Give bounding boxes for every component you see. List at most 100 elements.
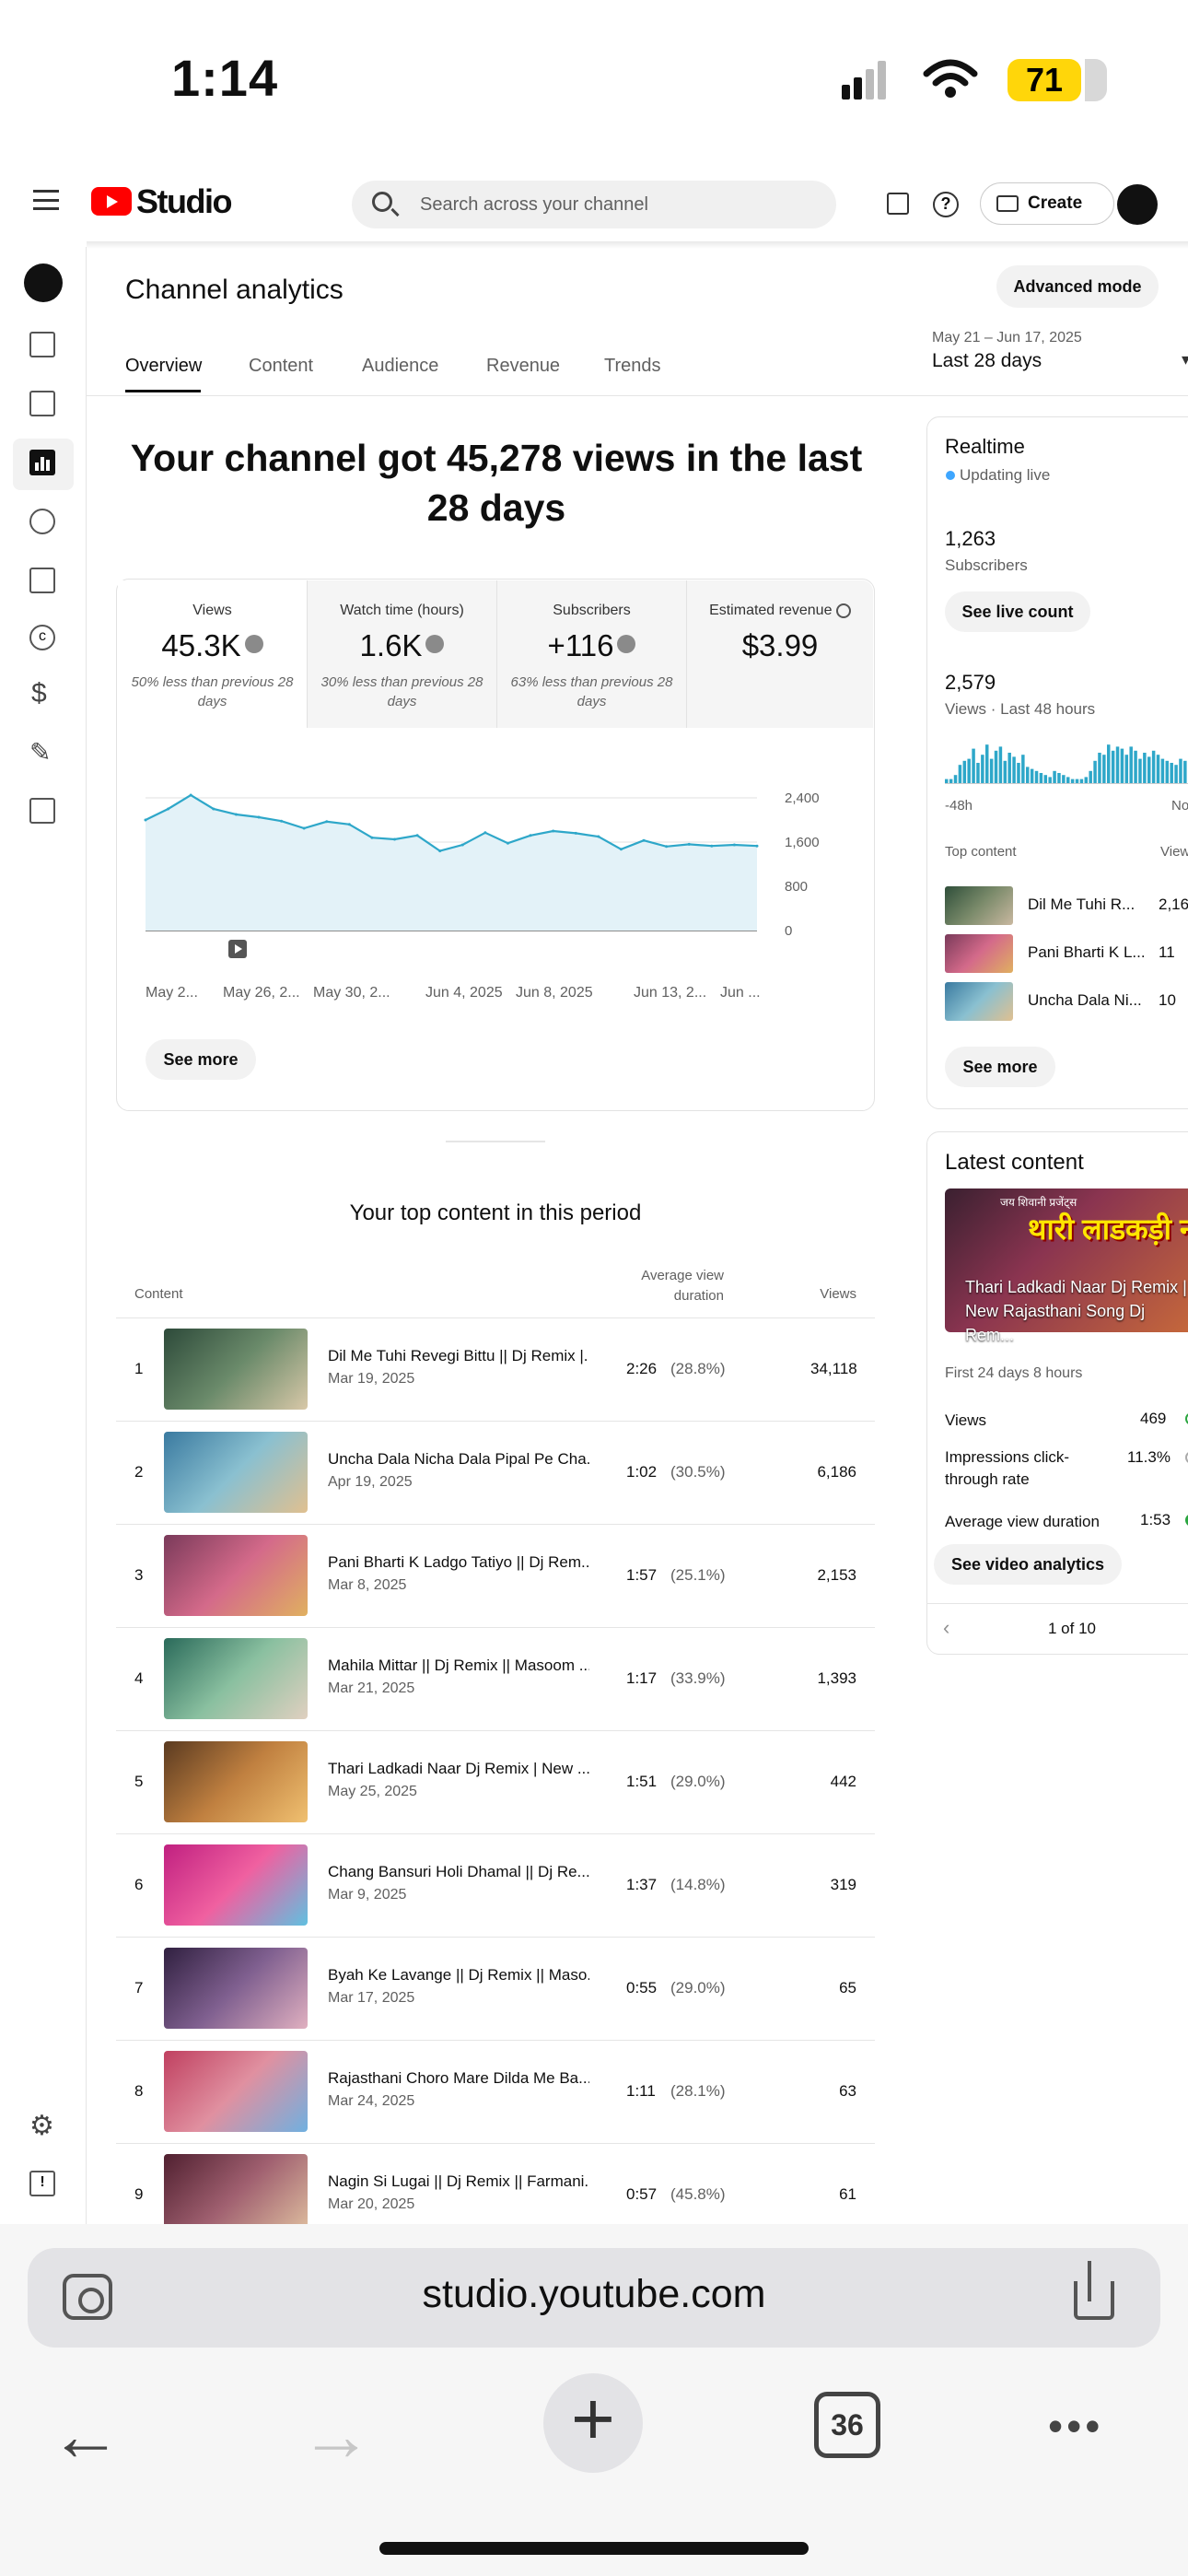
realtime-bar[interactable] [1120,748,1124,783]
realtime-bar[interactable] [1179,758,1182,783]
chart-point[interactable] [370,836,374,839]
video-thumbnail[interactable] [945,886,1013,925]
metric-views[interactable]: Views 45.3K 50% less than previous 28 da… [118,580,308,728]
realtime-bar[interactable] [1093,760,1097,783]
chart-point[interactable] [755,844,759,848]
dashboard-icon[interactable] [29,332,55,357]
realtime-bar[interactable] [962,760,967,783]
advanced-mode-button[interactable]: Advanced mode [996,265,1159,308]
date-range[interactable]: May 21 – Jun 17, 2025 [932,330,1082,346]
chart-point[interactable] [144,818,147,822]
channel-avatar[interactable] [24,263,63,302]
chart-point[interactable] [642,838,646,842]
chart-point[interactable] [189,793,192,797]
realtime-bar[interactable] [958,765,962,783]
tab-revenue[interactable]: Revenue [486,356,560,377]
date-range-label[interactable]: Last 28 days [932,350,1042,372]
realtime-bar[interactable] [1102,755,1106,783]
realtime-bar[interactable] [1066,777,1070,783]
tab-trends[interactable]: Trends [604,356,661,377]
realtime-bar[interactable] [1138,758,1142,783]
realtime-bar[interactable] [1062,775,1066,783]
chart-point[interactable] [438,849,442,853]
realtime-bar[interactable] [1043,775,1048,783]
new-tab-plus-icon[interactable]: + [543,2373,643,2473]
see-more-button[interactable]: See more [146,1039,256,1080]
realtime-bar[interactable] [976,763,980,783]
chart-point[interactable] [415,834,419,837]
youtube-logo-icon[interactable] [91,187,132,216]
analytics-icon[interactable] [29,450,55,475]
video-title[interactable]: Uncha Dala Nicha Dala Pipal Pe Cha... [328,1450,589,1469]
rt-top-title[interactable]: Uncha Dala Ni... [1028,991,1142,1010]
chart-point[interactable] [347,823,351,826]
video-thumbnail[interactable] [164,1432,308,1513]
realtime-bar[interactable] [1079,779,1084,783]
video-thumbnail[interactable] [164,2154,308,2235]
chart-point[interactable] [234,813,238,816]
chevron-down-icon[interactable]: ▾ [1182,350,1188,369]
customization-icon[interactable]: ✎ [29,737,51,767]
col-views[interactable]: Views [810,1286,856,1302]
realtime-bar[interactable] [1156,755,1160,783]
realtime-bar[interactable] [1007,753,1011,783]
chart-point[interactable] [325,820,329,824]
realtime-bar[interactable] [1017,763,1020,783]
chart-point[interactable] [167,807,170,811]
account-avatar[interactable] [1117,184,1158,225]
help-icon[interactable]: ? [933,192,959,217]
realtime-bar[interactable] [998,746,1003,783]
chart-point[interactable] [574,831,577,835]
realtime-bar[interactable] [1124,755,1129,783]
realtime-bar[interactable] [1012,756,1016,783]
video-title[interactable]: Byah Ke Lavange || Dj Remix || Maso... [328,1966,589,1985]
chart-point[interactable] [665,845,669,849]
studio-logo-text[interactable]: Studio [136,182,232,221]
video-title[interactable]: Chang Bansuri Holi Dhamal || Dj Re... [328,1863,589,1881]
realtime-see-more-button[interactable]: See more [945,1047,1055,1087]
send-feedback-icon[interactable]: ! [29,2171,55,2196]
realtime-bar[interactable] [1111,750,1115,783]
community-icon[interactable] [29,509,55,534]
video-thumbnail[interactable] [164,1844,308,1926]
realtime-bar[interactable] [1026,767,1030,783]
realtime-bar[interactable] [1030,768,1034,783]
video-thumbnail[interactable] [164,1948,308,2029]
rt-top-title[interactable]: Dil Me Tuhi R... [1028,896,1135,914]
chart-point[interactable] [732,843,736,847]
realtime-bar[interactable] [1107,744,1111,783]
realtime-bar[interactable] [1143,753,1147,783]
video-thumbnail[interactable] [164,1329,308,1410]
chart-point[interactable] [529,834,532,837]
realtime-bar[interactable] [1053,770,1056,783]
chart-point[interactable] [710,844,714,848]
earn-icon[interactable]: $ [31,678,47,709]
realtime-bar[interactable] [985,744,989,783]
settings-icon[interactable]: ⚙ [29,2110,54,2142]
realtime-bar[interactable] [949,779,953,783]
realtime-bar[interactable] [1098,753,1101,783]
realtime-bar[interactable] [994,750,998,783]
realtime-bar[interactable] [953,775,958,783]
chart-point[interactable] [302,826,306,830]
copyright-icon[interactable]: c [29,625,55,650]
chart-point[interactable] [212,807,215,811]
forward-arrow-icon[interactable]: → [300,2399,372,2471]
realtime-bar[interactable] [1160,758,1165,783]
chart-point[interactable] [687,842,691,846]
realtime-bar[interactable] [1003,760,1007,783]
chart-point[interactable] [597,835,600,838]
video-thumbnail[interactable] [164,1741,308,1822]
realtime-bar[interactable] [1039,773,1043,783]
realtime-bar[interactable] [967,758,971,783]
chart-point[interactable] [483,831,487,835]
views-chart[interactable]: 0 800 1,600 2,400 May 2... May 26, 2... May 30… [129,770,856,1010]
chart-point[interactable] [257,815,261,819]
realtime-bar[interactable] [945,779,949,783]
url-text[interactable]: studio.youtube.com [0,2272,1188,2317]
rt-top-title[interactable]: Pani Bharti K L... [1028,943,1146,962]
tabs-count-button[interactable]: 36 [814,2392,880,2458]
realtime-bar[interactable] [1115,746,1120,783]
metric-watch-time[interactable]: Watch time (hours) 1.6K 30% less than pr… [308,580,497,728]
realtime-bar[interactable] [1183,760,1187,783]
